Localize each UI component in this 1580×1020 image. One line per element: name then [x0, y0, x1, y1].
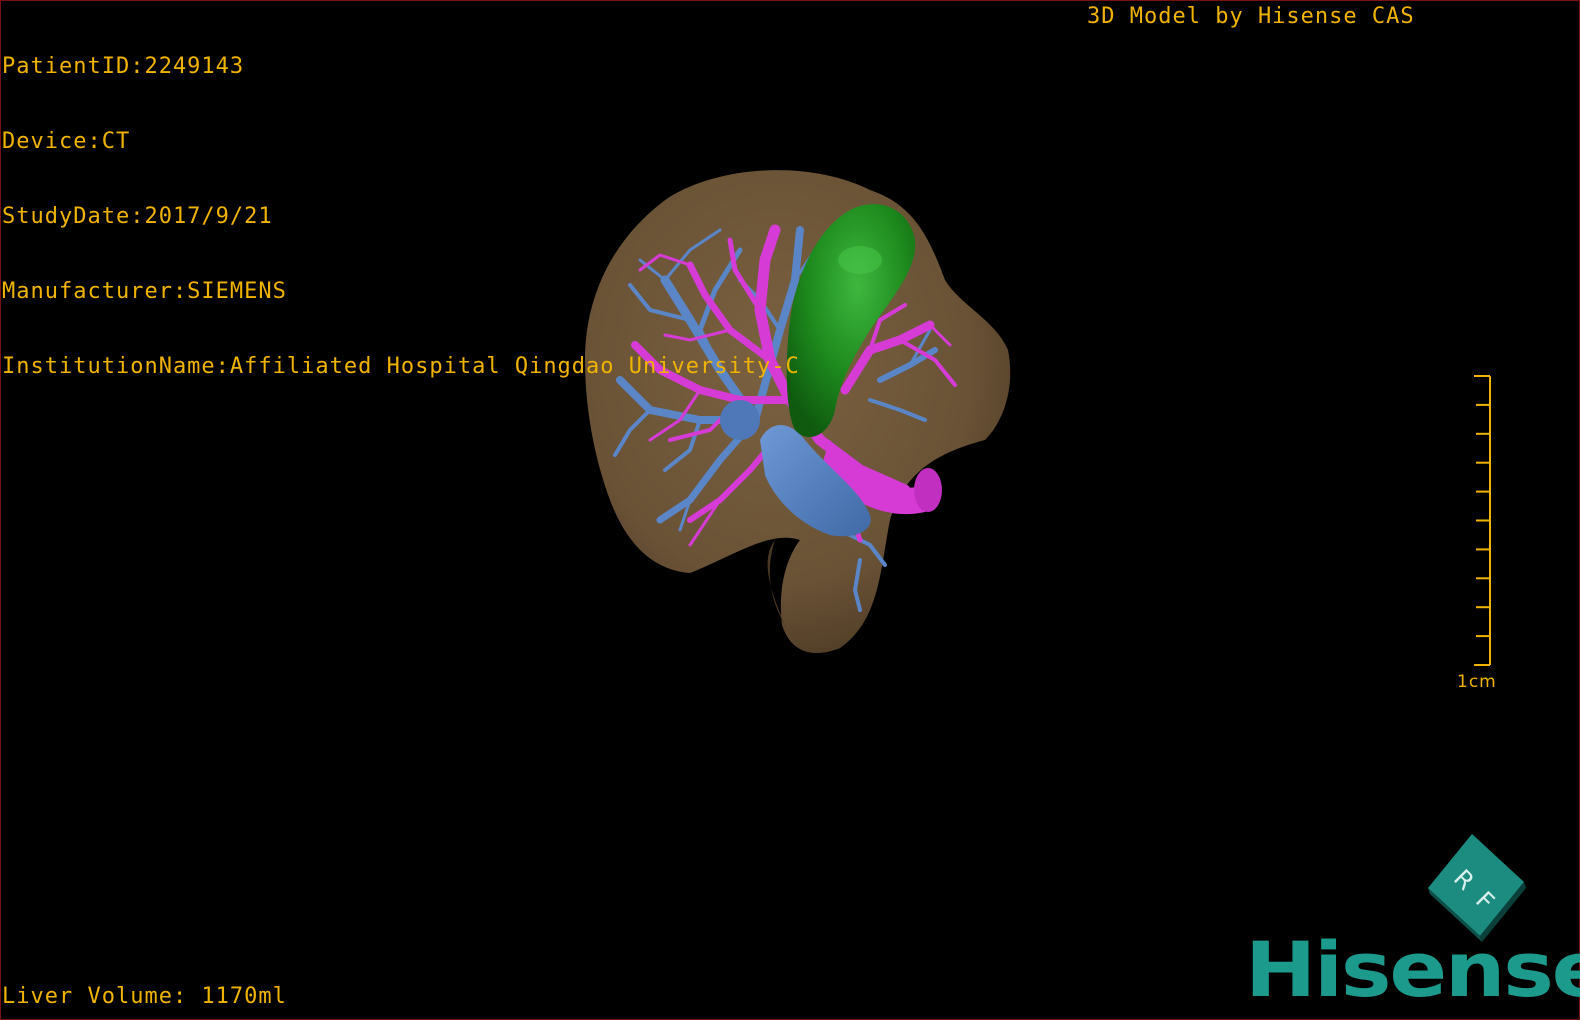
- patient-id-text: PatientID:2249143: [2, 54, 245, 79]
- hisense-logo: Hisense: [1245, 925, 1580, 1014]
- liver-volume-text: Liver Volume: 1170ml: [2, 984, 287, 1009]
- device-text: Device:CT: [2, 129, 131, 154]
- institution-text: InstitutionName:Affiliated Hospital Qing…: [2, 354, 800, 379]
- manufacturer-text: Manufacturer:SIEMENS: [2, 279, 287, 304]
- model-credit-text: 3D Model by Hisense CAS: [1087, 4, 1415, 29]
- orientation-cube-face: [1428, 834, 1524, 936]
- scale-bar-label: 1cm: [1457, 672, 1497, 692]
- patient-info-overlay: PatientID:2249143 Device:CT StudyDate:20…: [2, 4, 800, 404]
- scale-bar: [1474, 375, 1491, 666]
- study-date-text: StudyDate:2017/9/21: [2, 204, 273, 229]
